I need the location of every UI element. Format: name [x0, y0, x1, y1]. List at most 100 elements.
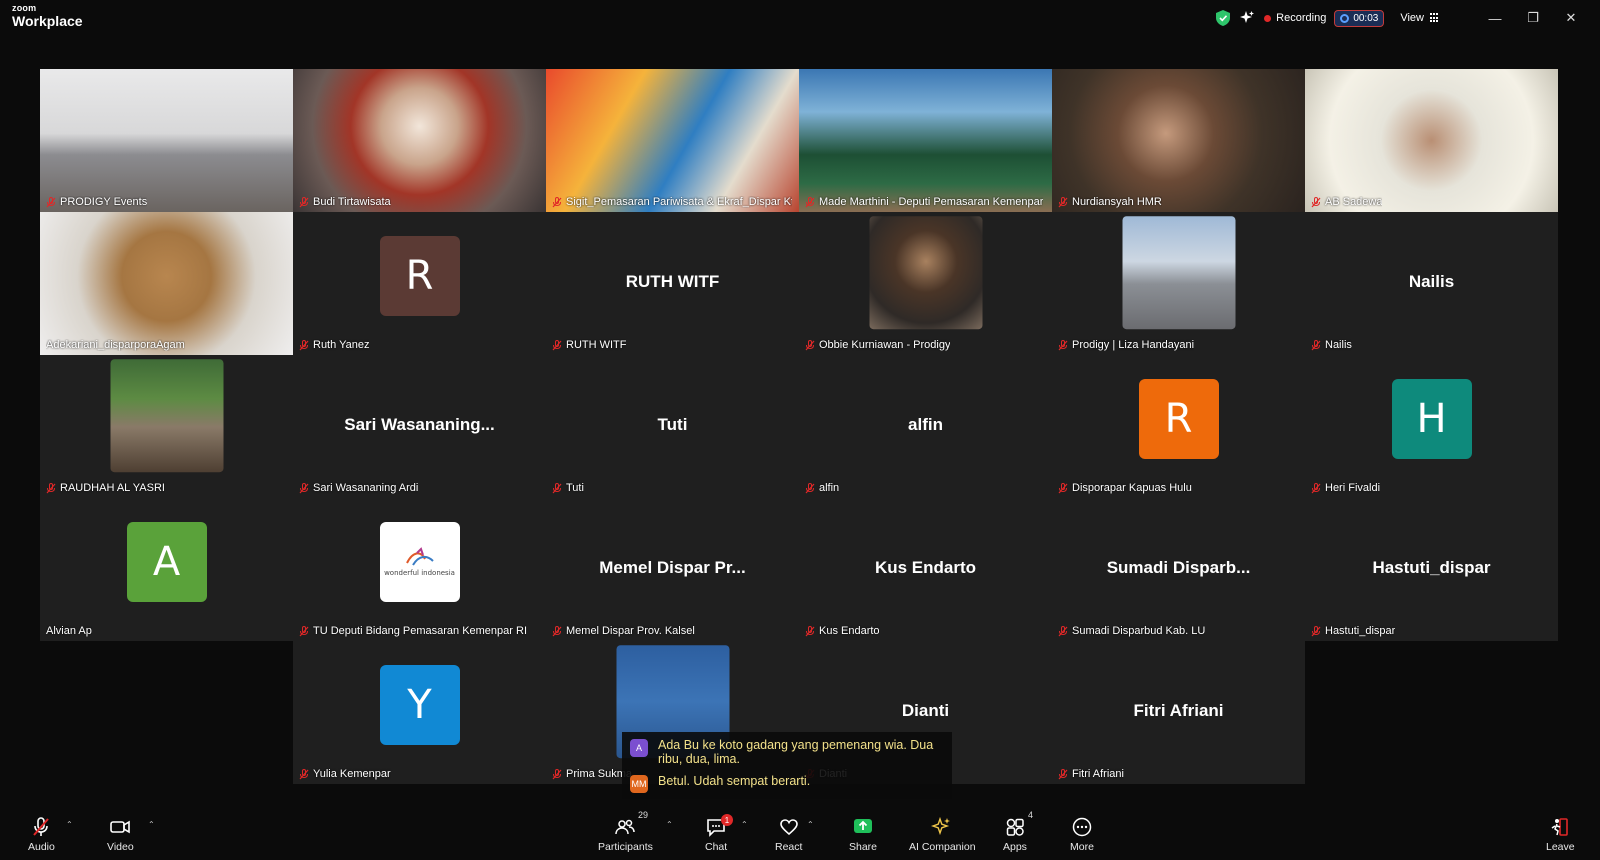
participant-tile[interactable]: Sari Wasananing... Sari Wasananing Ardi	[293, 355, 546, 498]
participant-display-name: Nailis	[1408, 271, 1455, 291]
restore-button[interactable]: ❐	[1514, 6, 1552, 30]
profile-photo	[1122, 215, 1235, 329]
participant-tile[interactable]: A Alvian Ap	[40, 498, 293, 641]
participant-name: Prodigy | Liza Handayani	[1072, 339, 1195, 351]
participant-name-label: Heri Fivaldi	[1311, 482, 1380, 494]
participant-tile[interactable]: PRODIGY Events	[40, 69, 293, 212]
participant-display-name: Sari Wasananing...	[344, 414, 495, 434]
participants-icon	[615, 819, 636, 835]
chat-options-caret[interactable]: ⌃	[741, 820, 748, 829]
participant-name: Disporapar Kapuas Hulu	[1072, 482, 1192, 494]
participant-tile[interactable]: Hastuti_dispar Hastuti_dispar	[1305, 498, 1558, 641]
participant-name-label: Prodigy | Liza Handayani	[1058, 339, 1194, 351]
leave-button[interactable]: Leave	[1546, 816, 1575, 853]
participants-button[interactable]: Participants	[598, 816, 653, 853]
participant-name: PRODIGY Events	[60, 196, 148, 208]
chat-button[interactable]: Chat 1	[705, 814, 733, 853]
recording-label: Recording	[1276, 12, 1327, 24]
participant-tile[interactable]: Prodigy | Liza Handayani	[1052, 212, 1305, 355]
participant-name: Heri Fivaldi	[1325, 482, 1381, 494]
participant-tile[interactable]: Y Yulia Kemenpar	[293, 641, 546, 784]
video-button[interactable]: Video	[107, 816, 134, 853]
participant-tile[interactable]: Obbie Kurniawan - Prodigy	[799, 212, 1052, 355]
more-button[interactable]: More	[1070, 816, 1094, 853]
mic-muted-icon	[552, 625, 562, 636]
react-options-caret[interactable]: ⌃	[807, 820, 814, 829]
camera-icon	[110, 820, 131, 834]
close-window-button[interactable]: ✕	[1552, 6, 1590, 30]
minimize-button[interactable]: —	[1476, 6, 1514, 30]
participant-tile[interactable]: Sumadi Disparb... Sumadi Disparbud Kab. L…	[1052, 498, 1305, 641]
audio-button[interactable]: Audio	[28, 816, 55, 853]
participant-tile[interactable]: Budi Tirtawisata	[293, 69, 546, 212]
participant-tile[interactable]: Nailis Nailis	[1305, 212, 1558, 355]
mic-muted-icon	[552, 339, 562, 350]
mic-muted-icon	[1058, 625, 1068, 636]
participants-options-caret[interactable]: ⌃	[666, 820, 673, 829]
participant-video	[799, 69, 1052, 212]
timer-value: 00:03	[1353, 12, 1379, 24]
view-button[interactable]: View	[1400, 12, 1440, 24]
logo-text: wonderful indonesia	[384, 568, 455, 577]
avatar-initial: H	[1391, 378, 1472, 459]
avatar-initial: A	[126, 521, 207, 602]
participant-tile[interactable]: RUTH WITF RUTH WITF	[546, 212, 799, 355]
participant-display-name: Kus Endarto	[874, 557, 977, 577]
participant-video	[293, 69, 546, 212]
participant-name: Obbie Kurniawan - Prodigy	[819, 339, 951, 351]
participant-tile[interactable]: Made Marthini - Deputi Pemasaran Kemenpa…	[799, 69, 1052, 212]
brand-small: zoom	[12, 3, 37, 13]
participant-tile[interactable]: Nurdiansyah HMR	[1052, 69, 1305, 212]
recording-indicator[interactable]: Recording	[1264, 12, 1326, 24]
live-captions: A Ada Bu ke koto gadang yang pemenang wi…	[622, 732, 952, 799]
mic-muted-icon	[46, 482, 56, 493]
participant-tile[interactable]: Fitri Afriani Fitri Afriani	[1052, 641, 1305, 784]
participant-name-label: Obbie Kurniawan - Prodigy	[805, 339, 950, 351]
participant-tile[interactable]: R Ruth Yanez	[293, 212, 546, 355]
share-button[interactable]: Share	[849, 816, 877, 853]
participant-tile[interactable]: Memel Dispar Pr... Memel Dispar Prov. Kal…	[546, 498, 799, 641]
participant-name: Yulia Kemenpar	[313, 768, 391, 780]
participant-name-label: Nailis	[1311, 339, 1352, 351]
participant-name-label: RUTH WITF	[552, 339, 626, 351]
participant-name-label: TU Deputi Bidang Pemasaran Kemenpar RI	[299, 625, 527, 637]
profile-photo	[869, 215, 982, 329]
participant-name-label: Ruth Yanez	[299, 339, 369, 351]
participant-tile[interactable]: Adekariani_disparporaAgam	[40, 212, 293, 355]
ai-sparkle-icon[interactable]	[1240, 11, 1255, 25]
participant-tile[interactable]: R Disporapar Kapuas Hulu	[1052, 355, 1305, 498]
participant-tile[interactable]: RAUDHAH AL YASRI	[40, 355, 293, 498]
encryption-shield-icon[interactable]	[1216, 10, 1231, 26]
participant-tile[interactable]: AB Sadewa	[1305, 69, 1558, 212]
participant-name-label: Memel Dispar Prov. Kalsel	[552, 625, 695, 637]
avatar-initial: R	[379, 235, 460, 316]
participant-name: Memel Dispar Prov. Kalsel	[566, 625, 695, 637]
react-button[interactable]: React	[775, 816, 802, 853]
mic-muted-icon	[299, 482, 309, 493]
participant-tile[interactable]: Sigit_Pemasaran Pariwisata & Ekraf_Dispa…	[546, 69, 799, 212]
avatar-initial: Y	[379, 664, 460, 745]
participant-tile[interactable]: alfin alfin	[799, 355, 1052, 498]
participant-name-label: Nurdiansyah HMR	[1058, 196, 1162, 208]
ai-companion-button[interactable]: AI Companion	[909, 816, 976, 853]
participant-tile[interactable]: Kus Endarto Kus Endarto	[799, 498, 1052, 641]
mic-muted-icon	[299, 196, 309, 207]
participant-name: Sigit_Pemasaran Pariwisata & Ekraf_Dispa…	[566, 196, 792, 208]
caption-line: MM Betul. Udah sempat berarti.	[630, 774, 944, 793]
share-label: Share	[849, 841, 878, 853]
participant-name-label: Made Marthini - Deputi Pemasaran Kemenpa…	[805, 196, 1043, 208]
participant-tile[interactable]: wonderful indonesia TU Deputi Bidang Pema…	[293, 498, 546, 641]
participant-video	[40, 69, 293, 212]
caption-line: A Ada Bu ke koto gadang yang pemenang wi…	[630, 738, 944, 766]
avatar-initial: R	[1138, 378, 1219, 459]
audio-options-caret[interactable]: ⌃	[66, 820, 73, 829]
participant-display-name: RUTH WITF	[625, 271, 720, 291]
more-label: More	[1070, 841, 1094, 853]
apps-button[interactable]: Apps	[1003, 816, 1027, 853]
video-options-caret[interactable]: ⌃	[148, 820, 155, 829]
participant-tile[interactable]: Tuti Tuti	[546, 355, 799, 498]
participant-tile[interactable]: H Heri Fivaldi	[1305, 355, 1558, 498]
caption-text: Betul. Udah sempat berarti.	[658, 774, 811, 788]
mic-muted-icon	[805, 196, 815, 207]
meeting-timer[interactable]: 00:03	[1334, 9, 1385, 27]
